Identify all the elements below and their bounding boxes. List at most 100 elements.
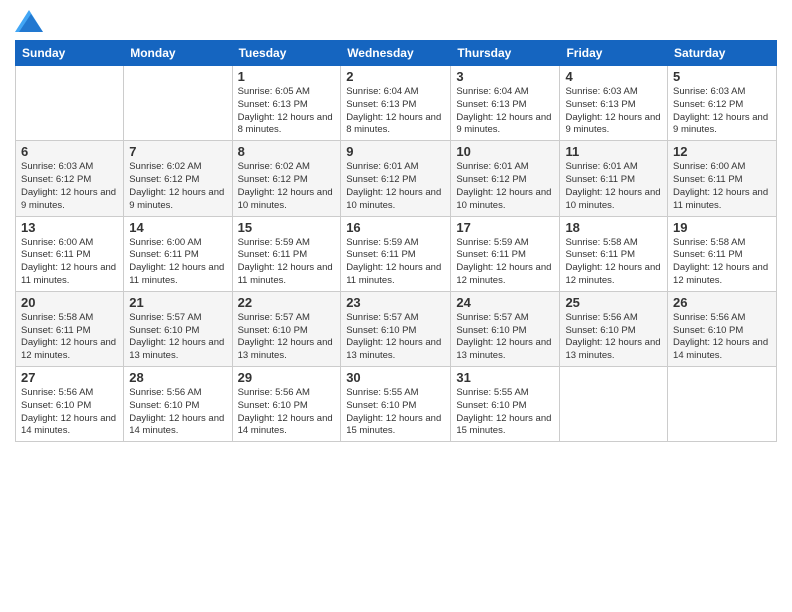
day-number: 18 <box>565 220 662 235</box>
day-number: 4 <box>565 69 662 84</box>
day-number: 2 <box>346 69 445 84</box>
page-header <box>15 10 777 32</box>
day-number: 5 <box>673 69 771 84</box>
day-number: 11 <box>565 144 662 159</box>
day-number: 17 <box>456 220 554 235</box>
calendar-cell: 17 Sunrise: 5:59 AM Sunset: 6:11 PM Dayli… <box>451 216 560 291</box>
day-info: Sunrise: 5:56 AM Sunset: 6:10 PM Dayligh… <box>21 387 118 438</box>
day-number: 14 <box>129 220 226 235</box>
calendar-week-2: 6 Sunrise: 6:03 AM Sunset: 6:12 PM Daylig… <box>16 141 777 216</box>
day-info: Sunrise: 6:02 AM Sunset: 6:12 PM Dayligh… <box>238 161 336 212</box>
day-number: 7 <box>129 144 226 159</box>
day-number: 25 <box>565 295 662 310</box>
day-info: Sunrise: 6:02 AM Sunset: 6:12 PM Dayligh… <box>129 161 226 212</box>
day-number: 10 <box>456 144 554 159</box>
day-info: Sunrise: 5:57 AM Sunset: 6:10 PM Dayligh… <box>238 312 336 363</box>
calendar-cell: 9Sunrise: 6:01 AM Sunset: 6:12 PM Daylig… <box>341 141 451 216</box>
calendar-cell: 6 Sunrise: 6:03 AM Sunset: 6:12 PM Daylig… <box>16 141 124 216</box>
day-number: 22 <box>238 295 336 310</box>
calendar-cell: 20 Sunrise: 5:58 AM Sunset: 6:11 PM Dayli… <box>16 291 124 366</box>
day-number: 6 <box>21 144 118 159</box>
day-info: Sunrise: 5:57 AM Sunset: 6:10 PM Dayligh… <box>346 312 445 363</box>
calendar-header-row: SundayMondayTuesdayWednesdayThursdayFrid… <box>16 41 777 66</box>
day-number: 30 <box>346 370 445 385</box>
day-info: Sunrise: 5:58 AM Sunset: 6:11 PM Dayligh… <box>21 312 118 363</box>
weekday-header-monday: Monday <box>124 41 232 66</box>
day-number: 16 <box>346 220 445 235</box>
day-info: Sunrise: 6:04 AM Sunset: 6:13 PM Dayligh… <box>346 86 445 137</box>
day-info: Sunrise: 5:55 AM Sunset: 6:10 PM Dayligh… <box>456 387 554 438</box>
calendar-cell: 26 Sunrise: 5:56 AM Sunset: 6:10 PM Dayli… <box>668 291 777 366</box>
day-number: 20 <box>21 295 118 310</box>
day-info: Sunrise: 5:58 AM Sunset: 6:11 PM Dayligh… <box>673 237 771 288</box>
weekday-header-wednesday: Wednesday <box>341 41 451 66</box>
calendar-cell: 15 Sunrise: 5:59 AM Sunset: 6:11 PM Dayli… <box>232 216 341 291</box>
weekday-header-saturday: Saturday <box>668 41 777 66</box>
day-number: 3 <box>456 69 554 84</box>
calendar-cell: 28 Sunrise: 5:56 AM Sunset: 6:10 PM Dayli… <box>124 367 232 442</box>
day-info: Sunrise: 6:03 AM Sunset: 6:12 PM Dayligh… <box>673 86 771 137</box>
calendar-week-3: 13 Sunrise: 6:00 AM Sunset: 6:11 PM Dayli… <box>16 216 777 291</box>
calendar-cell: 22 Sunrise: 5:57 AM Sunset: 6:10 PM Dayli… <box>232 291 341 366</box>
calendar-cell: 25 Sunrise: 5:56 AM Sunset: 6:10 PM Dayli… <box>560 291 668 366</box>
calendar-cell: 16 Sunrise: 5:59 AM Sunset: 6:11 PM Dayli… <box>341 216 451 291</box>
weekday-header-thursday: Thursday <box>451 41 560 66</box>
day-info: Sunrise: 5:58 AM Sunset: 6:11 PM Dayligh… <box>565 237 662 288</box>
day-info: Sunrise: 5:57 AM Sunset: 6:10 PM Dayligh… <box>129 312 226 363</box>
calendar-cell: 27 Sunrise: 5:56 AM Sunset: 6:10 PM Dayli… <box>16 367 124 442</box>
day-number: 23 <box>346 295 445 310</box>
day-number: 19 <box>673 220 771 235</box>
day-info: Sunrise: 6:00 AM Sunset: 6:11 PM Dayligh… <box>21 237 118 288</box>
calendar-cell: 21 Sunrise: 5:57 AM Sunset: 6:10 PM Dayli… <box>124 291 232 366</box>
day-info: Sunrise: 6:01 AM Sunset: 6:12 PM Dayligh… <box>456 161 554 212</box>
day-info: Sunrise: 5:57 AM Sunset: 6:10 PM Dayligh… <box>456 312 554 363</box>
day-info: Sunrise: 5:59 AM Sunset: 6:11 PM Dayligh… <box>346 237 445 288</box>
calendar-cell: 23 Sunrise: 5:57 AM Sunset: 6:10 PM Dayli… <box>341 291 451 366</box>
logo <box>15 10 47 32</box>
calendar-cell <box>124 66 232 141</box>
day-info: Sunrise: 6:00 AM Sunset: 6:11 PM Dayligh… <box>129 237 226 288</box>
day-info: Sunrise: 6:01 AM Sunset: 6:11 PM Dayligh… <box>565 161 662 212</box>
day-info: Sunrise: 5:56 AM Sunset: 6:10 PM Dayligh… <box>129 387 226 438</box>
calendar-cell: 5 Sunrise: 6:03 AM Sunset: 6:12 PM Daylig… <box>668 66 777 141</box>
day-info: Sunrise: 6:03 AM Sunset: 6:13 PM Dayligh… <box>565 86 662 137</box>
calendar-table: SundayMondayTuesdayWednesdayThursdayFrid… <box>15 40 777 442</box>
day-number: 15 <box>238 220 336 235</box>
day-number: 24 <box>456 295 554 310</box>
calendar-cell: 31Sunrise: 5:55 AM Sunset: 6:10 PM Dayli… <box>451 367 560 442</box>
calendar-week-1: 1 Sunrise: 6:05 AM Sunset: 6:13 PM Daylig… <box>16 66 777 141</box>
calendar-cell <box>560 367 668 442</box>
calendar-cell: 2 Sunrise: 6:04 AM Sunset: 6:13 PM Daylig… <box>341 66 451 141</box>
calendar-week-4: 20 Sunrise: 5:58 AM Sunset: 6:11 PM Dayli… <box>16 291 777 366</box>
day-info: Sunrise: 6:05 AM Sunset: 6:13 PM Dayligh… <box>238 86 336 137</box>
day-number: 21 <box>129 295 226 310</box>
calendar-cell: 10 Sunrise: 6:01 AM Sunset: 6:12 PM Dayli… <box>451 141 560 216</box>
day-info: Sunrise: 5:56 AM Sunset: 6:10 PM Dayligh… <box>565 312 662 363</box>
day-number: 13 <box>21 220 118 235</box>
calendar-cell: 14 Sunrise: 6:00 AM Sunset: 6:11 PM Dayli… <box>124 216 232 291</box>
day-number: 8 <box>238 144 336 159</box>
weekday-header-sunday: Sunday <box>16 41 124 66</box>
calendar-cell: 8 Sunrise: 6:02 AM Sunset: 6:12 PM Daylig… <box>232 141 341 216</box>
calendar-cell: 30Sunrise: 5:55 AM Sunset: 6:10 PM Dayli… <box>341 367 451 442</box>
weekday-header-tuesday: Tuesday <box>232 41 341 66</box>
day-info: Sunrise: 5:56 AM Sunset: 6:10 PM Dayligh… <box>238 387 336 438</box>
day-number: 27 <box>21 370 118 385</box>
day-number: 28 <box>129 370 226 385</box>
day-info: Sunrise: 6:04 AM Sunset: 6:13 PM Dayligh… <box>456 86 554 137</box>
calendar-cell: 19 Sunrise: 5:58 AM Sunset: 6:11 PM Dayli… <box>668 216 777 291</box>
day-number: 9 <box>346 144 445 159</box>
calendar-cell: 18 Sunrise: 5:58 AM Sunset: 6:11 PM Dayli… <box>560 216 668 291</box>
calendar-cell: 3 Sunrise: 6:04 AM Sunset: 6:13 PM Daylig… <box>451 66 560 141</box>
day-number: 1 <box>238 69 336 84</box>
day-number: 29 <box>238 370 336 385</box>
calendar-cell: 12Sunrise: 6:00 AM Sunset: 6:11 PM Dayli… <box>668 141 777 216</box>
day-number: 26 <box>673 295 771 310</box>
calendar-cell: 29 Sunrise: 5:56 AM Sunset: 6:10 PM Dayli… <box>232 367 341 442</box>
day-info: Sunrise: 5:59 AM Sunset: 6:11 PM Dayligh… <box>238 237 336 288</box>
day-info: Sunrise: 5:59 AM Sunset: 6:11 PM Dayligh… <box>456 237 554 288</box>
day-info: Sunrise: 5:56 AM Sunset: 6:10 PM Dayligh… <box>673 312 771 363</box>
day-info: Sunrise: 6:03 AM Sunset: 6:12 PM Dayligh… <box>21 161 118 212</box>
calendar-cell: 1 Sunrise: 6:05 AM Sunset: 6:13 PM Daylig… <box>232 66 341 141</box>
calendar-cell: 24 Sunrise: 5:57 AM Sunset: 6:10 PM Dayli… <box>451 291 560 366</box>
